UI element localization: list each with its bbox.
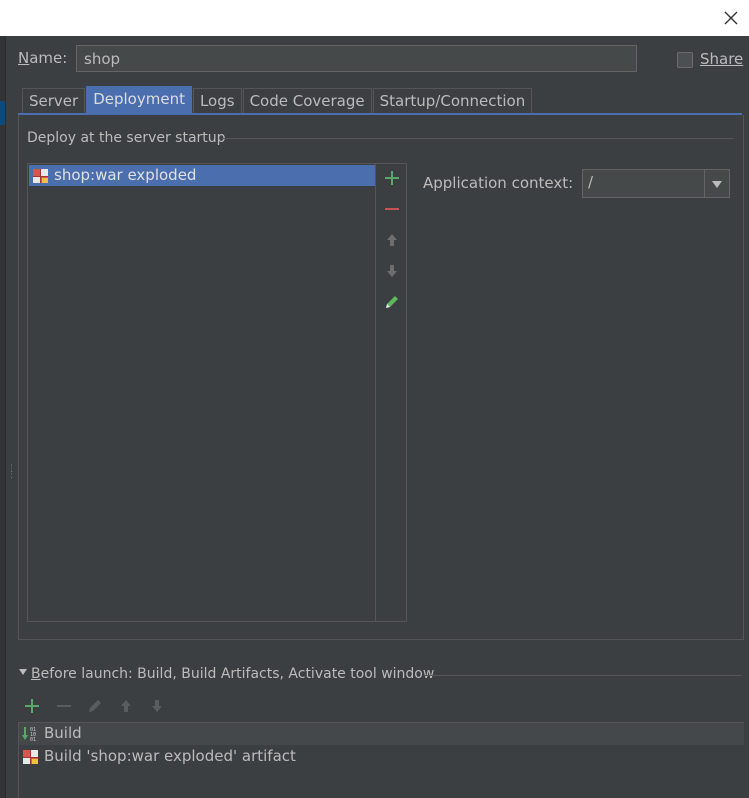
arrow-down-icon[interactable] xyxy=(147,696,167,716)
name-label: Name: xyxy=(18,49,68,67)
section-divider xyxy=(221,138,734,139)
before-launch-divider xyxy=(424,675,742,676)
application-context-combobox[interactable]: / xyxy=(582,169,730,198)
plus-icon[interactable] xyxy=(22,696,42,716)
arrow-down-icon[interactable] xyxy=(382,261,402,281)
list-item[interactable]: Build 'shop:war exploded' artifact xyxy=(19,746,744,768)
pencil-icon[interactable] xyxy=(382,292,402,312)
dropdown-arrow-icon[interactable] xyxy=(704,170,729,197)
name-input[interactable] xyxy=(76,45,637,72)
tab-bar: Server Deployment Logs Code Coverage Sta… xyxy=(22,86,533,114)
build-icon: 01 10 01 xyxy=(22,725,39,743)
tab-code-coverage[interactable]: Code Coverage xyxy=(242,88,372,113)
artifact-icon xyxy=(22,748,39,766)
minus-icon[interactable] xyxy=(54,696,74,716)
arrow-up-icon[interactable] xyxy=(382,230,402,250)
artifact-list-item[interactable]: shop:war exploded xyxy=(29,165,375,186)
artifact-icon xyxy=(32,167,49,184)
tab-logs[interactable]: Logs xyxy=(192,88,242,113)
tab-startup-connection[interactable]: Startup/Connection xyxy=(372,88,533,113)
arrow-up-icon[interactable] xyxy=(116,696,136,716)
list-item[interactable]: 01 10 01 Build xyxy=(19,723,744,745)
tab-server[interactable]: Server xyxy=(22,88,86,113)
artifact-label: shop:war exploded xyxy=(54,166,197,184)
before-launch-list[interactable]: 01 10 01 Build Build 'shop:war exploded'… xyxy=(18,722,744,798)
splitter-grip-icon[interactable]: ⋮ ⋮ xyxy=(7,465,16,480)
artifact-toolbar xyxy=(375,164,406,621)
application-context-label: Application context: xyxy=(423,174,574,192)
minus-icon[interactable] xyxy=(382,199,402,219)
dialog-titlebar xyxy=(0,0,749,36)
tab-deployment[interactable]: Deployment xyxy=(86,86,192,113)
before-launch-item-label: Build 'shop:war exploded' artifact xyxy=(44,747,296,765)
before-launch-item-label: Build xyxy=(44,724,82,742)
share-label[interactable]: Share xyxy=(700,50,743,68)
collapse-triangle-icon[interactable] xyxy=(18,667,28,677)
application-context-value[interactable]: / xyxy=(588,173,593,191)
pencil-icon[interactable] xyxy=(85,696,105,716)
section-title: Deploy at the server startup xyxy=(27,130,226,146)
plus-icon[interactable] xyxy=(382,168,402,188)
share-checkbox[interactable] xyxy=(677,52,693,68)
close-icon[interactable] xyxy=(719,6,743,30)
configurations-tree-selection xyxy=(0,101,5,125)
svg-text:01: 01 xyxy=(30,737,36,743)
before-launch-title[interactable]: Before launch: Build, Build Artifacts, A… xyxy=(18,666,434,682)
configurations-tree-edge xyxy=(0,36,6,798)
artifact-list[interactable]: shop:war exploded xyxy=(27,163,407,622)
